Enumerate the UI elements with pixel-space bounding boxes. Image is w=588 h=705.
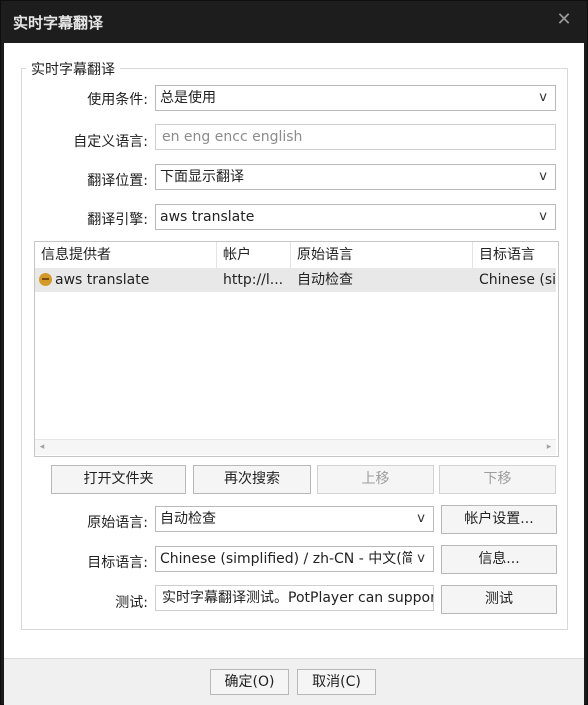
dialog-content: 实时字幕翻译 使用条件: 总是使用 v 自定义语言: en eng encc e… <box>4 43 584 658</box>
group-title: 实时字幕翻译 <box>26 59 120 79</box>
chevron-down-icon: v <box>417 511 425 526</box>
engine-select[interactable]: aws translate v <box>155 204 556 230</box>
cancel-button[interactable]: 取消(C) <box>297 669 376 695</box>
column-provider[interactable]: 信息提供者 <box>35 242 217 268</box>
dialog-window: 实时字幕翻译 ✕ 实时字幕翻译 使用条件: 总是使用 v 自定义语言: en e… <box>0 0 588 705</box>
title-bar[interactable]: 实时字幕翻译 ✕ <box>1 1 587 43</box>
close-icon[interactable]: ✕ <box>555 11 573 29</box>
condition-label: 使用条件: <box>87 92 148 108</box>
column-account[interactable]: 帐户 <box>217 242 291 268</box>
position-value: 下面显示翻译 <box>160 169 244 185</box>
provider-icon <box>39 273 52 286</box>
source-language-value: 自动检查 <box>160 511 216 527</box>
test-input[interactable]: 实时字幕翻译测试。PotPlayer can support <box>155 585 434 611</box>
condition-value: 总是使用 <box>160 90 216 106</box>
dialog-footer: 确定(O) 取消(C) <box>4 658 584 705</box>
scroll-right-icon[interactable]: ▸ <box>542 440 556 455</box>
chevron-down-icon: v <box>417 551 425 566</box>
condition-select[interactable]: 总是使用 v <box>155 85 556 111</box>
test-button[interactable]: 测试 <box>441 585 557 614</box>
row-account: http://l... <box>223 272 284 288</box>
row-source-language: 自动检查 <box>297 272 353 288</box>
horizontal-scrollbar[interactable]: ◂ ▸ <box>35 439 556 455</box>
provider-list[interactable]: 信息提供者 帐户 原始语言 目标语言 aws translate http://… <box>34 241 559 457</box>
target-language-label: 目标语言: <box>87 555 148 571</box>
source-language-label: 原始语言: <box>87 515 148 531</box>
position-label: 翻译位置: <box>87 173 148 189</box>
source-language-select[interactable]: 自动检查 v <box>155 506 434 532</box>
row-provider-cell: aws translate <box>35 268 217 292</box>
position-select[interactable]: 下面显示翻译 v <box>155 164 556 190</box>
open-folder-button[interactable]: 打开文件夹 <box>51 465 186 494</box>
test-label: 测试: <box>115 595 148 611</box>
move-down-button[interactable]: 下移 <box>439 465 556 494</box>
chevron-down-icon: v <box>539 209 547 224</box>
column-source-language[interactable]: 原始语言 <box>291 242 473 268</box>
account-settings-button[interactable]: 帐户设置... <box>441 505 557 534</box>
column-target-language[interactable]: 目标语言 <box>473 242 556 268</box>
row-provider: aws translate <box>55 272 150 288</box>
custom-language-label: 自定义语言: <box>73 134 148 150</box>
window-title: 实时字幕翻译 <box>13 14 104 32</box>
info-button[interactable]: 信息... <box>441 545 557 574</box>
table-row[interactable]: aws translate http://l... 自动检查 Chinese (… <box>35 268 556 292</box>
search-again-button[interactable]: 再次搜索 <box>193 465 311 494</box>
ok-button[interactable]: 确定(O) <box>210 669 289 695</box>
custom-language-input[interactable]: en eng encc english <box>155 124 556 150</box>
scroll-left-icon[interactable]: ◂ <box>35 440 49 455</box>
target-language-value: Chinese (simplified) / zh-CN - 中文(简 <box>160 551 412 567</box>
list-header: 信息提供者 帐户 原始语言 目标语言 <box>35 242 556 269</box>
chevron-down-icon: v <box>539 169 547 184</box>
target-language-select[interactable]: Chinese (simplified) / zh-CN - 中文(简 v <box>155 546 434 572</box>
engine-value: aws translate <box>160 209 255 225</box>
chevron-down-icon: v <box>539 90 547 105</box>
move-up-button[interactable]: 上移 <box>317 465 434 494</box>
engine-label: 翻译引擎: <box>87 212 148 228</box>
row-target-language: Chinese (sin <box>479 272 556 288</box>
